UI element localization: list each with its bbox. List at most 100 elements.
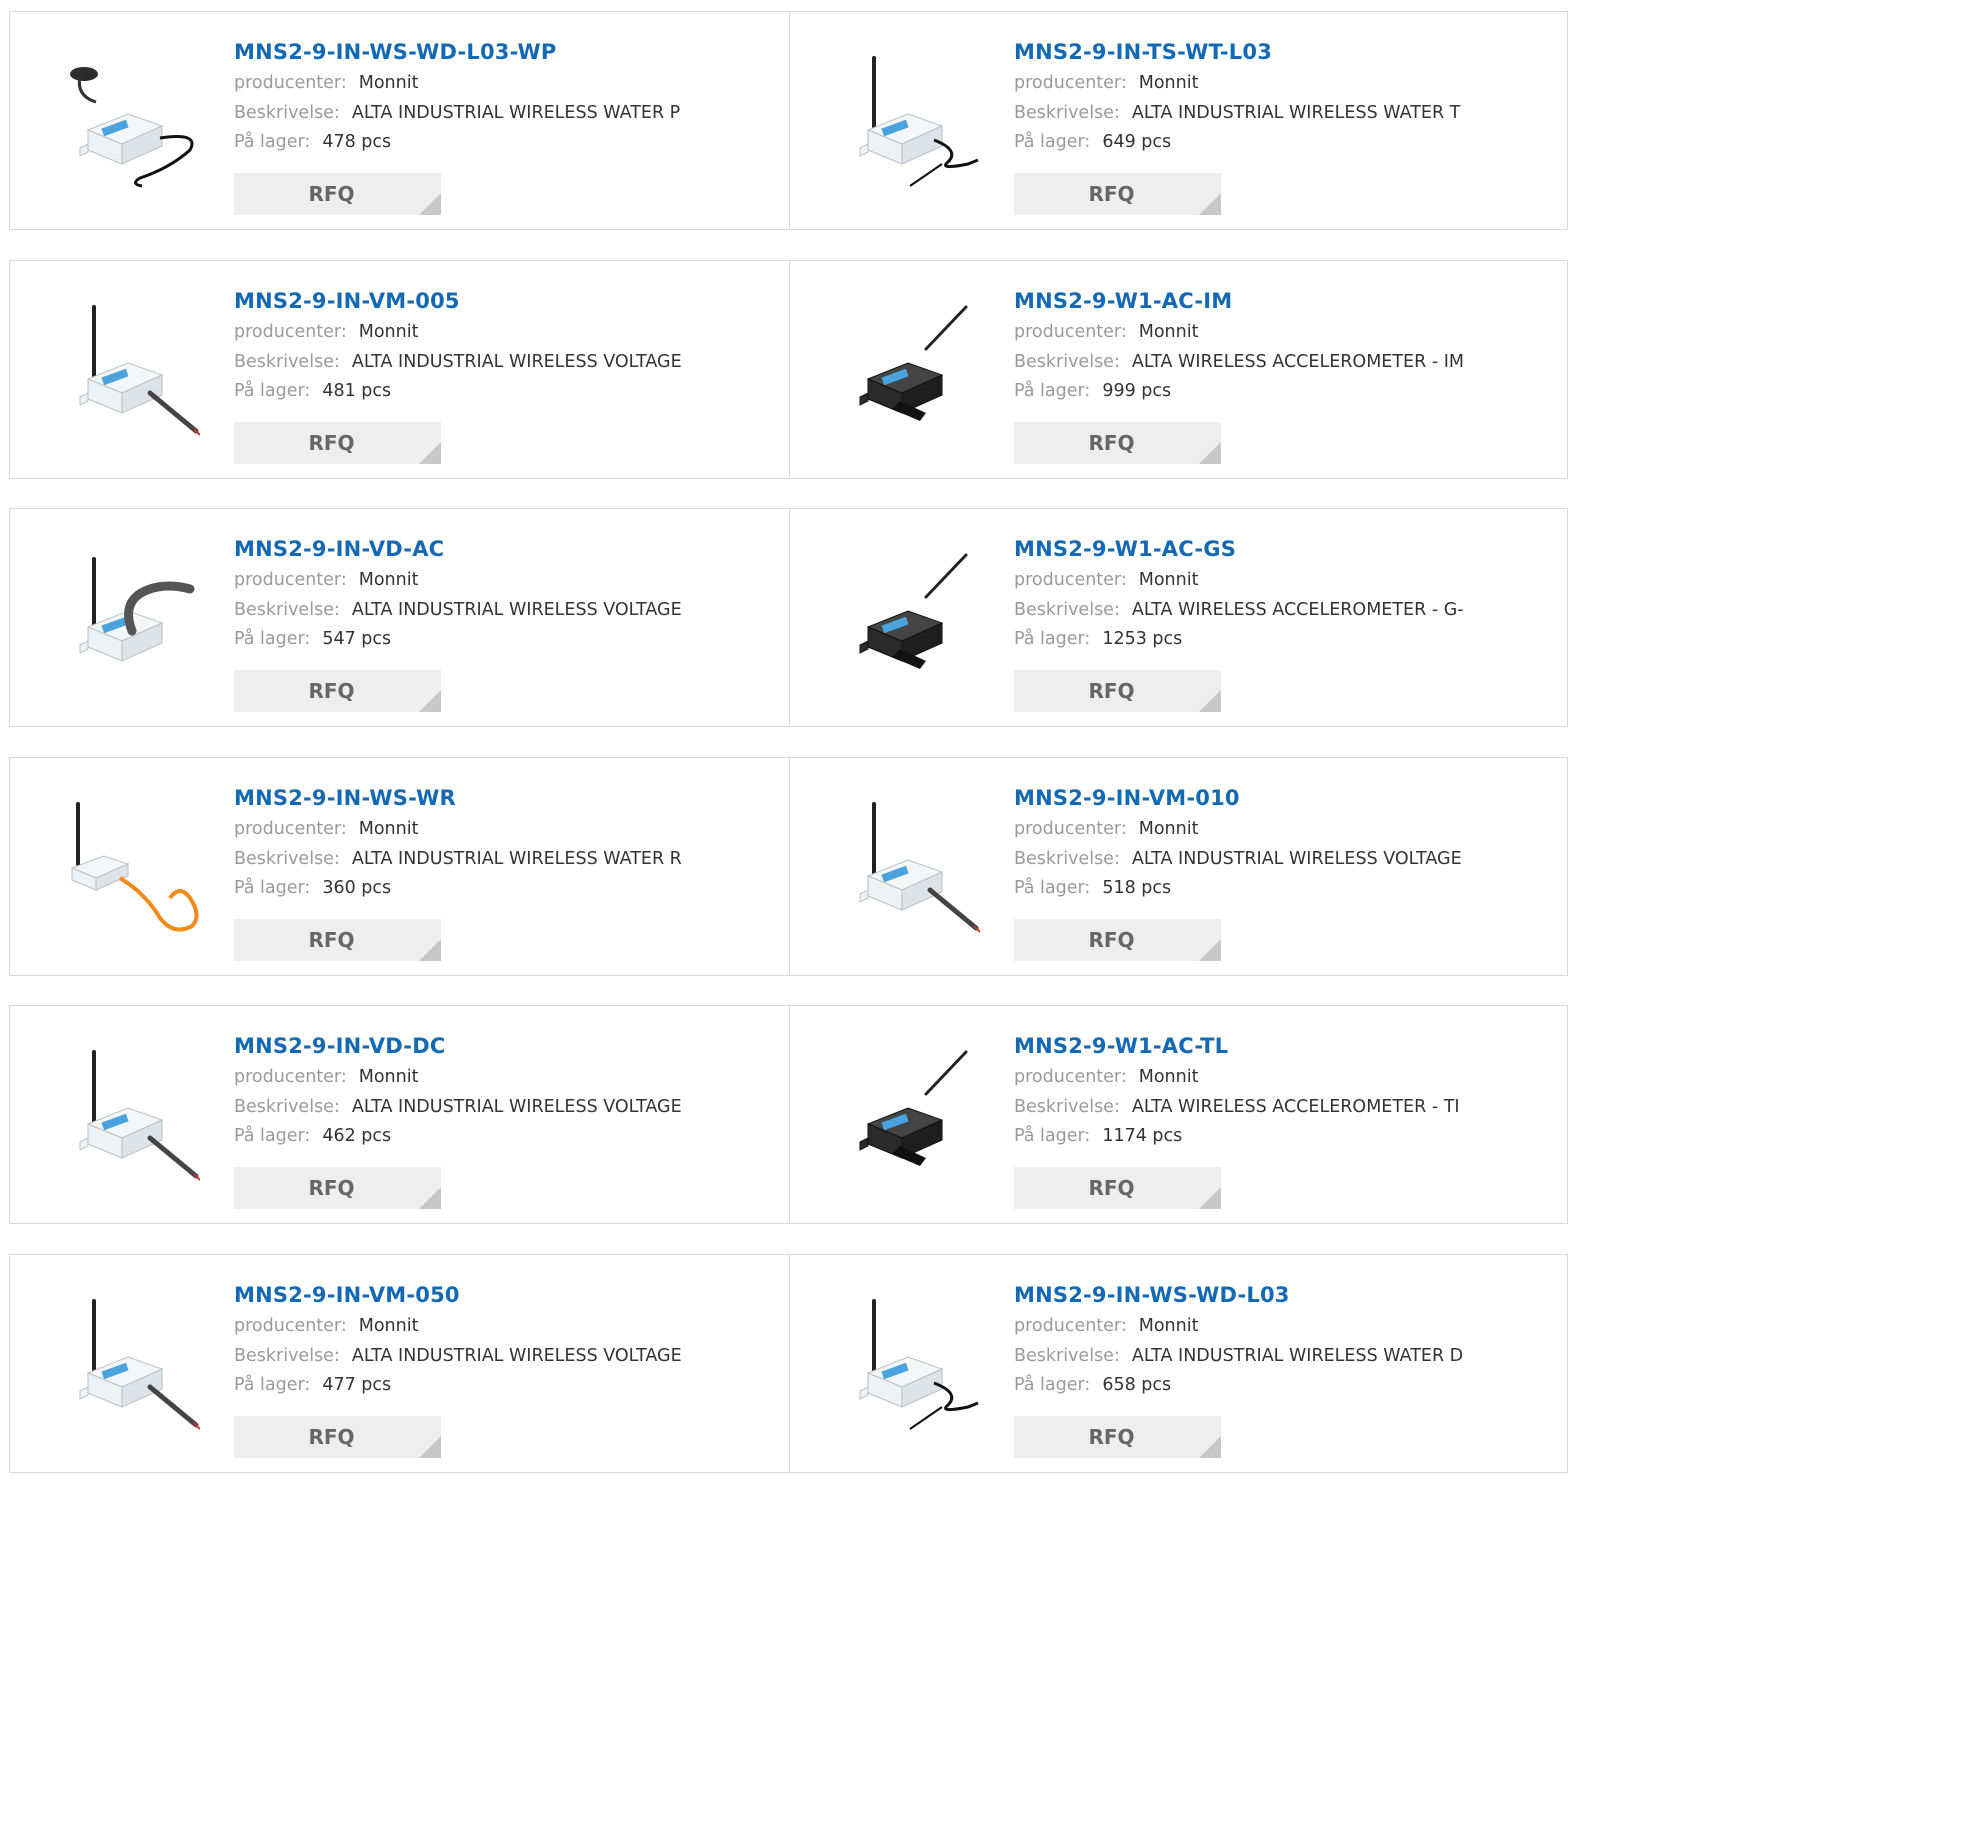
product-title-link[interactable]: MNS2-9-IN-WS-WD-L03 [1014,1281,1463,1311]
description-label: Beskrivelse: [1014,848,1120,869]
product-title-link[interactable]: MNS2-9-W1-AC-GS [1014,535,1464,565]
corner-decoration [1199,1187,1221,1209]
corner-decoration [419,1436,441,1458]
product-title-link[interactable]: MNS2-9-IN-WS-WR [234,784,682,814]
product-image[interactable] [50,1295,201,1435]
product-title-link[interactable]: MNS2-9-IN-VD-AC [234,535,682,565]
description-row: Beskrivelse: ALTA INDUSTRIAL WIRELESS VOL… [1014,844,1462,874]
product-title-link[interactable]: MNS2-9-IN-WS-WD-L03-WP [234,38,680,68]
product-image[interactable] [830,1295,980,1435]
description-label: Beskrivelse: [234,848,340,869]
rfq-button[interactable]: RFQ [234,670,441,712]
product-image[interactable] [50,1046,201,1186]
description-value: ALTA WIRELESS ACCELEROMETER - TI [1131,1096,1460,1117]
black-accelerometer-icon [859,305,968,421]
manufacturer-row: producenter: Monnit [234,1311,682,1341]
product-row: MNS2-9-IN-VM-050 producenter: Monnit Besk… [9,1254,1568,1473]
product-image[interactable] [830,798,981,938]
manufacturer-label: producenter: [234,73,347,93]
rfq-button[interactable]: RFQ [1014,1416,1221,1458]
product-image[interactable] [50,52,200,192]
description-row: Beskrivelse: ALTA INDUSTRIAL WIRELESS WAT… [1014,98,1460,128]
stock-value: 1253 pcs [1102,629,1183,649]
manufacturer-label: producenter: [1014,1067,1127,1087]
product-card: MNS2-9-IN-VM-010 producenter: Monnit Besk… [789,758,1567,975]
description-value: ALTA INDUSTRIAL WIRELESS VOLTAGE [1131,848,1462,869]
rfq-label: RFQ [308,431,355,455]
rfq-button[interactable]: RFQ [1014,173,1221,215]
product-image[interactable] [830,301,980,441]
rfq-button[interactable]: RFQ [1014,1167,1221,1209]
rfq-button[interactable]: RFQ [1014,670,1221,712]
manufacturer-label: producenter: [234,1067,347,1087]
product-image[interactable] [50,301,201,441]
stock-label: På lager: [1014,878,1091,898]
manufacturer-value: Monnit [358,322,419,342]
stock-value: 360 pcs [322,878,392,898]
rfq-button[interactable]: RFQ [1014,422,1221,464]
product-card: MNS2-9-W1-AC-IM producenter: Monnit Beskr… [789,261,1567,478]
product-image[interactable] [50,549,200,689]
rfq-button[interactable]: RFQ [1014,919,1221,961]
product-title-link[interactable]: MNS2-9-IN-VM-010 [1014,784,1462,814]
description-row: Beskrivelse: ALTA WIRELESS ACCELEROMETER … [1014,1092,1460,1122]
product-title-link[interactable]: MNS2-9-W1-AC-TL [1014,1032,1460,1062]
manufacturer-value: Monnit [358,1067,419,1087]
product-title-link[interactable]: MNS2-9-IN-VM-005 [234,287,682,317]
rfq-button[interactable]: RFQ [234,919,441,961]
stock-row: På lager: 477 pcs [234,1370,682,1400]
product-title-link[interactable]: MNS2-9-IN-VD-DC [234,1032,682,1062]
rfq-label: RFQ [308,1176,355,1200]
water-puck-sensor-icon [70,67,194,188]
product-title-link[interactable]: MNS2-9-IN-TS-WT-L03 [1014,38,1460,68]
description-label: Beskrivelse: [1014,1096,1120,1117]
description-label: Beskrivelse: [234,1096,340,1117]
product-card: MNS2-9-W1-AC-GS producenter: Monnit Beskr… [789,509,1567,726]
product-image[interactable] [830,549,980,689]
stock-row: På lager: 658 pcs [1014,1370,1463,1400]
rfq-button[interactable]: RFQ [234,1416,441,1458]
stock-label: På lager: [1014,1375,1091,1395]
product-image[interactable] [830,52,980,192]
manufacturer-value: Monnit [1138,570,1199,590]
manufacturer-row: producenter: Monnit [1014,1311,1463,1341]
corner-decoration [1199,690,1221,712]
description-value: ALTA INDUSTRIAL WIRELESS WATER R [351,848,682,869]
manufacturer-label: producenter: [1014,819,1127,839]
description-value: ALTA INDUSTRIAL WIRELESS WATER D [1131,1345,1464,1366]
description-label: Beskrivelse: [1014,102,1120,123]
manufacturer-row: producenter: Monnit [234,565,682,595]
description-row: Beskrivelse: ALTA INDUSTRIAL WIRELESS WAT… [234,98,680,128]
manufacturer-value: Monnit [358,819,419,839]
manufacturer-label: producenter: [1014,570,1127,590]
stock-label: På lager: [1014,132,1091,152]
stock-label: På lager: [234,1375,311,1395]
rfq-button[interactable]: RFQ [234,173,441,215]
product-card: MNS2-9-IN-WS-WD-L03 producenter: Monnit B… [789,1255,1567,1472]
rfq-label: RFQ [308,182,355,206]
description-row: Beskrivelse: ALTA INDUSTRIAL WIRELESS WAT… [1014,1341,1463,1371]
stock-row: På lager: 518 pcs [1014,873,1462,903]
stock-value: 478 pcs [322,132,392,152]
product-image[interactable] [830,1046,980,1186]
product-title-link[interactable]: MNS2-9-IN-VM-050 [234,1281,682,1311]
description-label: Beskrivelse: [234,599,340,620]
product-card: MNS2-9-IN-VM-050 producenter: Monnit Besk… [10,1255,789,1472]
stock-label: På lager: [234,629,311,649]
corner-decoration [1199,939,1221,961]
black-accelerometer-icon [859,1050,968,1166]
rfq-button[interactable]: RFQ [234,1167,441,1209]
stock-row: På lager: 462 pcs [234,1121,682,1151]
product-title-link[interactable]: MNS2-9-W1-AC-IM [1014,287,1464,317]
rfq-label: RFQ [308,679,355,703]
description-value: ALTA INDUSTRIAL WIRELESS VOLTAGE [351,1345,682,1366]
product-image[interactable] [50,798,200,938]
rfq-label: RFQ [308,928,355,952]
manufacturer-row: producenter: Monnit [234,68,680,98]
stock-row: På lager: 999 pcs [1014,376,1464,406]
rfq-button[interactable]: RFQ [234,422,441,464]
manufacturer-value: Monnit [358,570,419,590]
product-card: MNS2-9-IN-TS-WT-L03 producenter: Monnit B… [789,12,1567,229]
stock-value: 481 pcs [322,381,392,401]
stock-value: 1174 pcs [1102,1126,1183,1146]
